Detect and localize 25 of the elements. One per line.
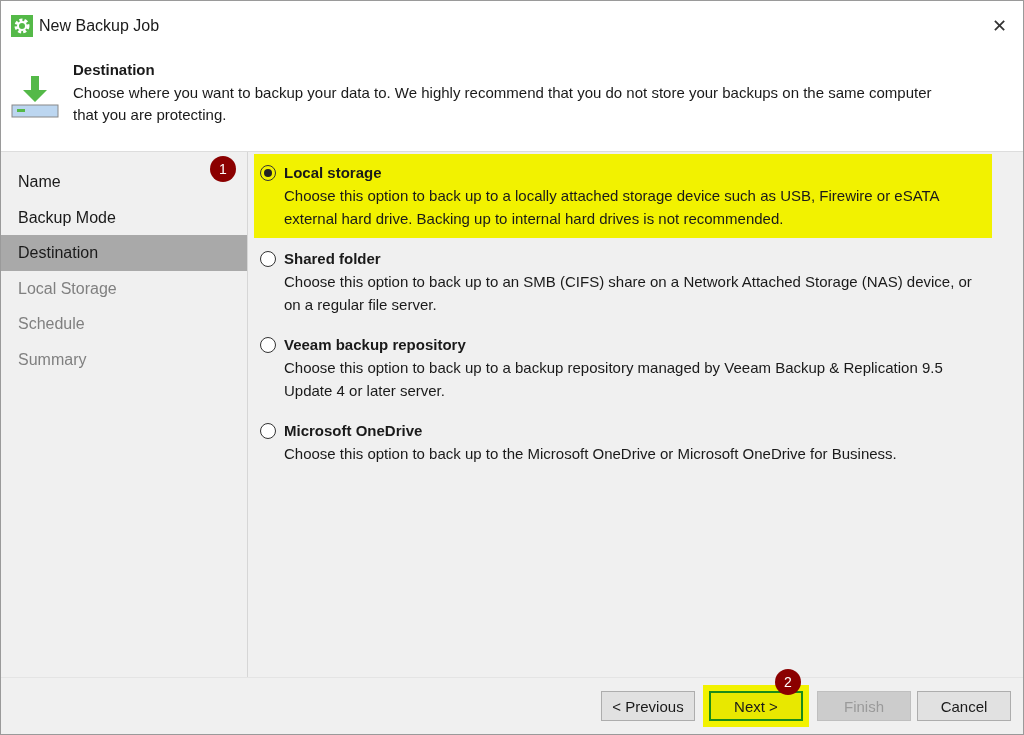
callout-badge: 2 [775, 669, 801, 695]
option-description: Choose this option to back up to the Microsoft OneDrive or Microsoft OneDrive for Business. [284, 444, 898, 464]
wizard-button[interactable]: Cancel [917, 691, 1011, 721]
option-description: Choose this option to back up to an SMB (CIFS) share on a Network Attached Storage (NAS) device, or on a regular file server. [284, 272, 973, 315]
callout-badge: 1 [210, 156, 236, 182]
gear-icon [11, 15, 33, 37]
page-title: Destination [73, 61, 156, 78]
option-title: Veeam backup repository [284, 336, 466, 353]
close-button[interactable]: ✕ [986, 15, 1013, 37]
radio-button[interactable] [260, 250, 276, 267]
radio-button[interactable] [260, 422, 276, 439]
wizard-button[interactable]: < Previous [601, 691, 695, 721]
option-title: Local storage [284, 164, 382, 181]
window-title: New Backup Job [39, 17, 161, 35]
download-drive-icon [11, 76, 59, 118]
option-title: Microsoft OneDrive [284, 422, 423, 439]
wizard-step[interactable]: Destination [1, 235, 247, 271]
wizard-step[interactable]: Name [1, 164, 71, 200]
option-title: Shared folder [284, 250, 381, 267]
option-description: Choose this option to back up to a locally attached storage device such as USB, Firewire or eSATA external hard drive. Backing up to internal hard drives is not recommended. [284, 186, 941, 229]
radio-button[interactable] [260, 164, 276, 181]
wizard-step[interactable]: Backup Mode [1, 199, 126, 235]
radio-button[interactable] [260, 336, 276, 353]
page-description: Choose where you want to backup your data to. We highly recommend that you do not store your backups on the same computer that you are protecting. [73, 83, 933, 125]
option-description: Choose this option to back up to a backup repository managed by Veeam Backup & Replication 9.5 Update 4 or later server. [284, 358, 944, 401]
